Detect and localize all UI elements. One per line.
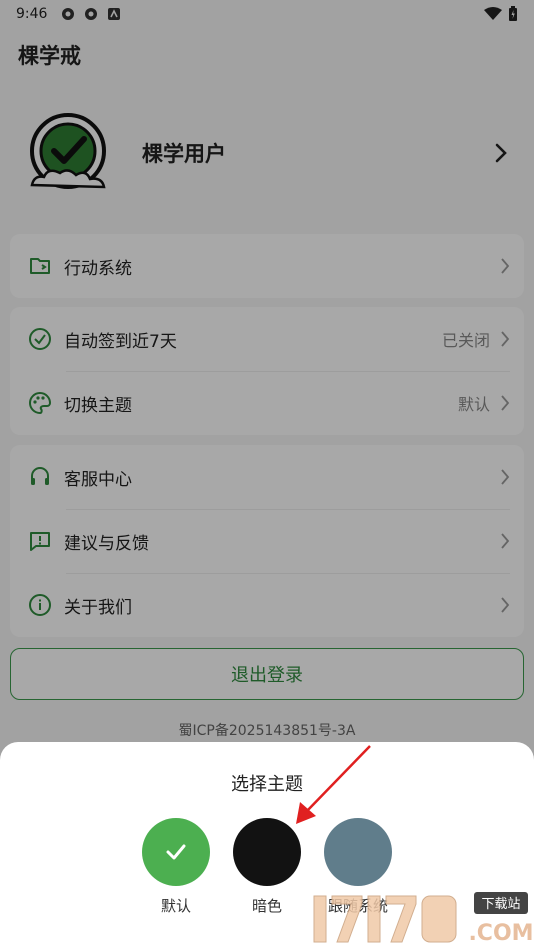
theme-swatch-follow-system[interactable] — [324, 818, 392, 886]
check-icon — [166, 844, 186, 860]
theme-swatch-dark[interactable] — [233, 818, 301, 886]
theme-option-label: 暗色 — [251, 897, 282, 915]
theme-option-label: 默认 — [160, 897, 191, 915]
sheet-title: 选择主题 — [231, 774, 303, 795]
theme-swatch-default[interactable] — [142, 818, 210, 886]
theme-bottom-sheet: 选择主题 默认 暗色 跟随系统 — [0, 742, 534, 950]
theme-option-follow-system[interactable]: 跟随系统 — [323, 818, 393, 916]
theme-option-label: 跟随系统 — [327, 897, 388, 915]
theme-option-default[interactable]: 默认 — [141, 818, 211, 916]
theme-option-dark[interactable]: 暗色 — [232, 818, 302, 916]
